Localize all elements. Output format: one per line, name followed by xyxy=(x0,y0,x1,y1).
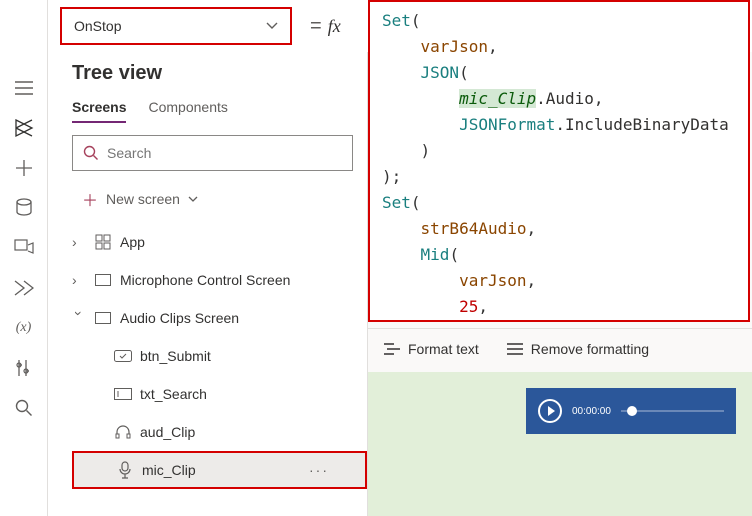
tab-screens[interactable]: Screens xyxy=(72,99,126,123)
format-icon xyxy=(384,342,400,356)
equals-sign: = xyxy=(310,15,322,38)
tab-components[interactable]: Components xyxy=(148,99,227,123)
chevron-down-icon xyxy=(266,22,278,30)
app-icon xyxy=(94,234,112,250)
plus-icon: ＋ xyxy=(82,187,98,211)
tree-item-microphone[interactable]: mic_Clip ··· xyxy=(72,451,367,489)
tree-item-audio[interactable]: aud_Clip xyxy=(72,413,367,451)
tree-view-title: Tree view xyxy=(72,62,367,85)
textinput-icon xyxy=(114,388,132,400)
format-text-label: Format text xyxy=(408,341,479,357)
tree-item-label: btn_Submit xyxy=(140,348,211,364)
format-text-button[interactable]: Format text xyxy=(384,341,479,357)
remove-format-icon xyxy=(507,342,523,356)
tree-item-label: Audio Clips Screen xyxy=(120,310,239,326)
audio-slider[interactable] xyxy=(621,410,724,412)
play-icon[interactable] xyxy=(538,399,562,423)
search-nav-icon[interactable] xyxy=(14,398,34,418)
microphone-icon xyxy=(116,461,134,479)
tree-item-button[interactable]: btn_Submit xyxy=(72,337,367,375)
tree-view-icon[interactable] xyxy=(14,118,34,138)
remove-formatting-label: Remove formatting xyxy=(531,341,649,357)
formula-editor[interactable]: Set( varJson, JSON( mic_Clip.Audio, JSON… xyxy=(368,0,750,322)
chevron-right-icon: › xyxy=(72,272,86,288)
audio-player[interactable]: 00:00:00 xyxy=(526,388,736,434)
left-nav: (x) xyxy=(0,0,48,516)
property-dropdown-value: OnStop xyxy=(74,18,121,34)
chevron-right-icon: › xyxy=(72,234,86,250)
chevron-down-icon xyxy=(188,196,198,203)
media-icon[interactable] xyxy=(14,238,34,258)
tree-item-label: mic_Clip xyxy=(142,462,196,478)
search-icon xyxy=(83,145,99,161)
audio-time: 00:00:00 xyxy=(572,406,611,417)
property-dropdown[interactable]: OnStop xyxy=(60,7,292,45)
formula-toolbar: Format text Remove formatting xyxy=(368,328,752,368)
tree-item-screen[interactable]: › Microphone Control Screen xyxy=(72,261,367,299)
canvas-area: Set( varJson, JSON( mic_Clip.Audio, JSON… xyxy=(368,52,752,516)
screen-icon xyxy=(94,312,112,324)
data-icon[interactable] xyxy=(14,198,34,218)
headphones-icon xyxy=(114,425,132,439)
tree-item-screen[interactable]: › Audio Clips Screen xyxy=(72,299,367,337)
tree-search[interactable] xyxy=(72,135,353,171)
new-screen-label: New screen xyxy=(106,191,180,207)
button-icon xyxy=(114,350,132,362)
new-screen-button[interactable]: ＋ New screen xyxy=(72,181,367,217)
fx-label: fx xyxy=(328,16,341,37)
tree-item-label: txt_Search xyxy=(140,386,207,402)
hamburger-icon[interactable] xyxy=(14,78,34,98)
tree-view-panel: Tree view Screens Components ＋ New scree… xyxy=(48,52,368,516)
tree-item-label: Microphone Control Screen xyxy=(120,272,290,288)
search-input[interactable] xyxy=(107,145,342,161)
canvas-preview: 00:00:00 xyxy=(368,372,752,516)
insert-icon[interactable] xyxy=(14,158,34,178)
advanced-tools-icon[interactable] xyxy=(14,358,34,378)
tree-item-label: App xyxy=(120,234,145,250)
variables-icon[interactable]: (x) xyxy=(14,318,34,338)
remove-formatting-button[interactable]: Remove formatting xyxy=(507,341,649,357)
chevron-down-icon: › xyxy=(71,311,87,325)
tree-item-label: aud_Clip xyxy=(140,424,195,440)
power-automate-icon[interactable] xyxy=(14,278,34,298)
tree-item-textinput[interactable]: txt_Search xyxy=(72,375,367,413)
tree-item-app[interactable]: › App xyxy=(72,223,367,261)
more-icon[interactable]: ··· xyxy=(309,462,329,478)
screen-icon xyxy=(94,274,112,286)
